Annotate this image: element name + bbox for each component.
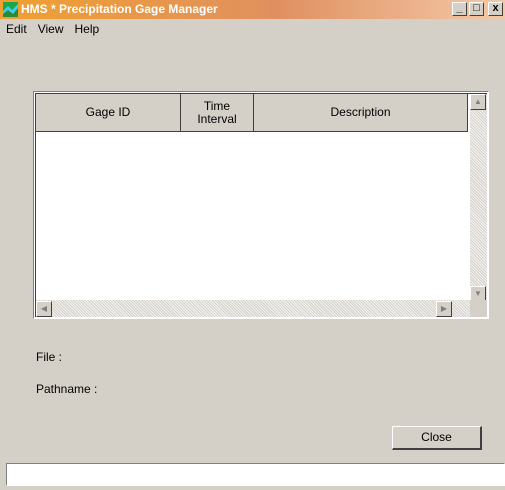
column-header-time-interval[interactable]: Time Interval [181,94,254,132]
arrow-right-icon: ▶ [440,304,448,313]
close-button[interactable]: Close [392,426,482,450]
column-header-label: Description [330,105,391,119]
menu-edit[interactable]: Edit [0,20,32,38]
column-header-line1: Time [203,98,231,113]
arrow-down-icon: ▼ [474,289,482,298]
minimize-button[interactable]: _ [452,2,467,16]
menu-help[interactable]: Help [68,20,104,38]
scrollbar-corner [470,300,487,317]
maximize-button[interactable]: □ [469,2,484,16]
horizontal-scrollbar[interactable]: ◀ ▶ [36,300,470,317]
table-header: Gage ID Time Interval Description [36,94,468,132]
close-window-button[interactable]: x [488,2,503,16]
pathname-label: Pathname : [36,382,98,396]
column-header-label: Time Interval [197,98,237,126]
window-controls: _ □ x [452,2,503,16]
file-label: File : [36,350,63,364]
main-window: HMS * Precipitation Gage Manager _ □ x E… [0,0,505,490]
menu-view[interactable]: View [32,20,69,38]
hms-app-icon [3,2,18,17]
menu-bar: Edit View Help [0,20,104,38]
arrow-up-icon: ▲ [474,97,482,106]
scroll-left-button[interactable]: ◀ [36,301,52,317]
arrow-left-icon: ◀ [40,304,48,313]
vertical-scrollbar[interactable]: ▲ ▼ [470,94,487,302]
scroll-right-button[interactable]: ▶ [436,301,452,317]
column-header-gage-id[interactable]: Gage ID [36,94,181,132]
column-header-description[interactable]: Description [254,94,468,132]
gage-table-body[interactable]: Gage ID Time Interval Description ▲ ▼ ◀ … [35,93,487,317]
gage-table[interactable]: Gage ID Time Interval Description ▲ ▼ ◀ … [33,91,489,319]
scroll-up-button[interactable]: ▲ [470,94,486,110]
status-bar [6,463,505,486]
window-title: HMS * Precipitation Gage Manager [21,2,218,16]
column-header-line2: Interval [197,111,237,126]
column-header-label: Gage ID [85,105,131,119]
title-bar[interactable]: HMS * Precipitation Gage Manager _ □ x [0,0,505,19]
